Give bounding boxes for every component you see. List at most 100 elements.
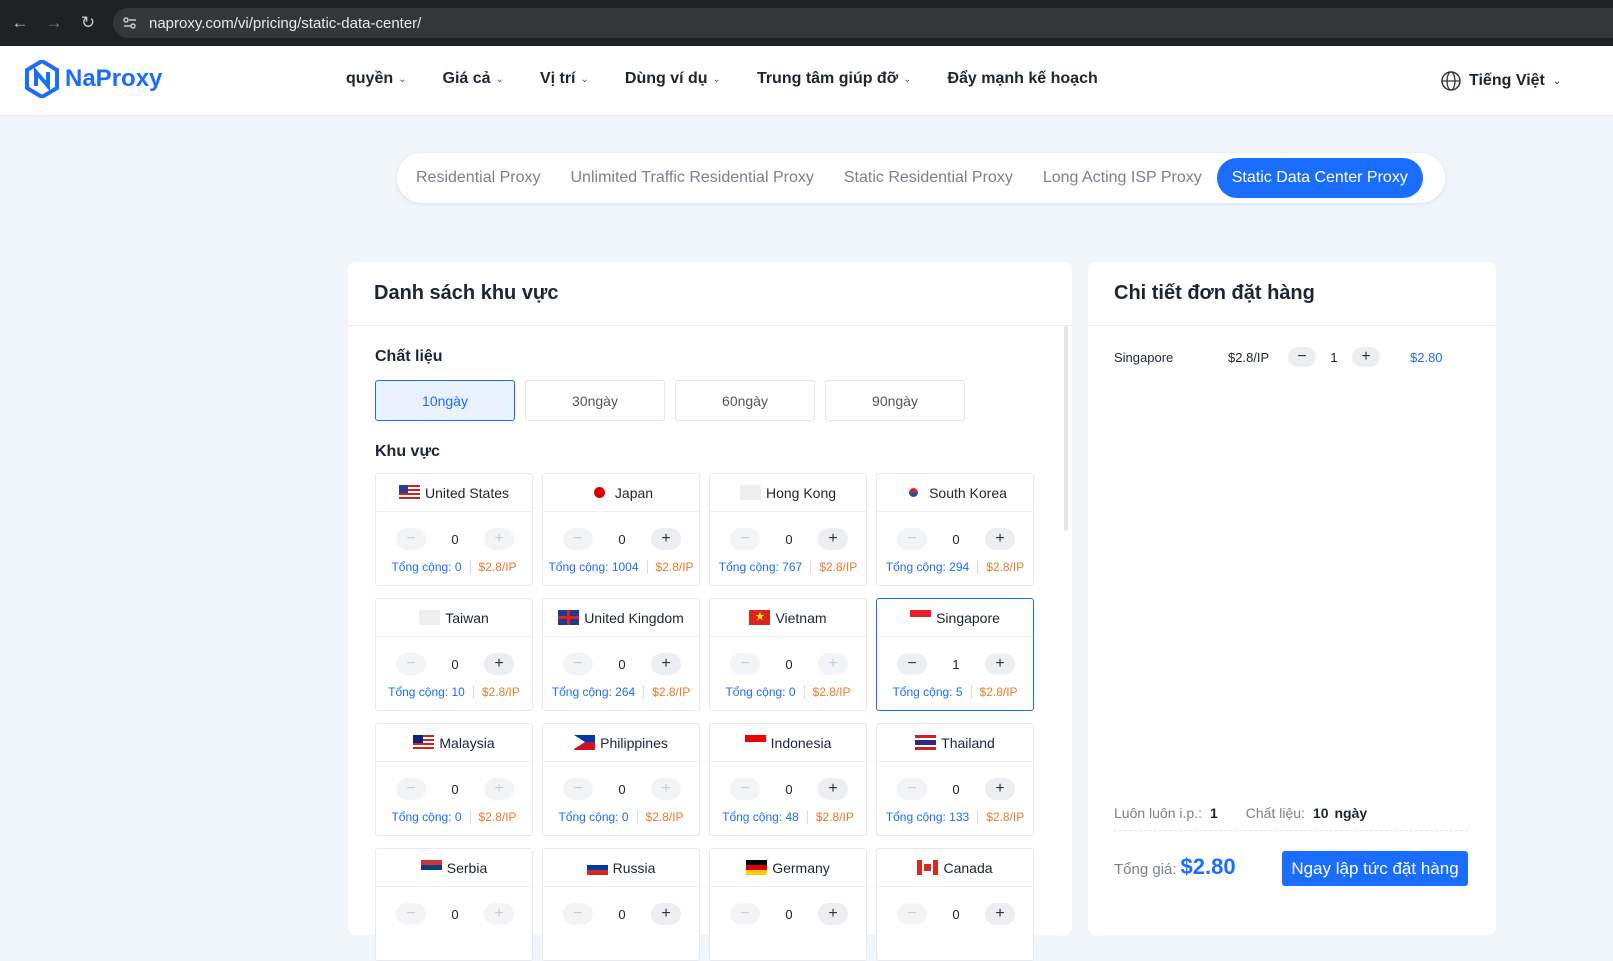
quantity-value: 0 bbox=[785, 906, 793, 922]
plus-button[interactable]: + bbox=[984, 653, 1015, 675]
duration-option-1[interactable]: 30ngày bbox=[525, 380, 665, 421]
region-card-footer: Tổng cộng: 264 $2.8/IP bbox=[543, 685, 699, 699]
region-name: Vietnam bbox=[775, 609, 827, 626]
site-settings-icon[interactable] bbox=[121, 14, 139, 32]
minus-button[interactable]: − bbox=[897, 653, 927, 675]
tab-1[interactable]: Unlimited Traffic Residential Proxy bbox=[556, 158, 829, 198]
divider bbox=[1088, 325, 1496, 326]
plus-button[interactable]: + bbox=[483, 653, 514, 675]
minus-button[interactable]: − bbox=[897, 528, 927, 550]
minus-button[interactable]: − bbox=[730, 778, 760, 800]
minus-button[interactable]: − bbox=[730, 653, 760, 675]
reload-icon[interactable]: ↻ bbox=[74, 9, 102, 37]
minus-button[interactable]: − bbox=[563, 653, 593, 675]
plus-button[interactable]: + bbox=[984, 903, 1015, 925]
quantity-value: 0 bbox=[451, 656, 459, 672]
plus-button[interactable]: + bbox=[483, 903, 514, 925]
region-card[interactable]: Malaysia − 0 + Tổng cộng: 0 $2.8/IP bbox=[375, 723, 533, 836]
divider bbox=[348, 325, 1072, 326]
quantity-stepper: − 0 + bbox=[563, 653, 681, 675]
order-panel: Chi tiết đơn đặt hàng Singapore $2.8/IP … bbox=[1088, 262, 1496, 935]
gb-flag-icon bbox=[558, 610, 580, 625]
minus-button[interactable]: − bbox=[396, 653, 426, 675]
duration-option-0[interactable]: 10ngày bbox=[375, 380, 515, 421]
duration-option-3[interactable]: 90ngày bbox=[825, 380, 965, 421]
nav-item-4[interactable]: Trung tâm giúp đỡ ⌄ bbox=[757, 70, 912, 88]
plus-button[interactable]: + bbox=[817, 653, 848, 675]
minus-button[interactable]: − bbox=[897, 778, 927, 800]
tab-2[interactable]: Static Residential Proxy bbox=[829, 158, 1028, 198]
region-card[interactable]: Canada − 0 + bbox=[876, 848, 1034, 961]
nav-item-1[interactable]: Giá cả ⌄ bbox=[443, 70, 504, 88]
minus-button[interactable]: − bbox=[396, 528, 426, 550]
plus-button[interactable]: + bbox=[817, 528, 848, 550]
unit-price: $2.8/IP bbox=[645, 810, 684, 824]
product-tabs: Residential Proxy Unlimited Traffic Resid… bbox=[397, 153, 1445, 203]
plus-button[interactable]: + bbox=[650, 903, 681, 925]
quantity-stepper: − 0 + bbox=[396, 903, 514, 925]
plus-button[interactable]: + bbox=[650, 653, 681, 675]
minus-button[interactable]: − bbox=[563, 528, 593, 550]
minus-button[interactable]: − bbox=[396, 778, 426, 800]
tab-3[interactable]: Long Acting ISP Proxy bbox=[1028, 158, 1217, 198]
minus-button[interactable]: − bbox=[563, 778, 593, 800]
region-name: Germany bbox=[772, 859, 830, 876]
tab-4[interactable]: Static Data Center Proxy bbox=[1216, 158, 1423, 198]
language-selector[interactable]: Tiếng Việt ⌄ bbox=[1440, 70, 1561, 92]
plus-button[interactable]: + bbox=[650, 778, 681, 800]
plus-button[interactable]: + bbox=[817, 778, 848, 800]
region-card-header: United Kingdom bbox=[543, 599, 699, 637]
region-card-header: Serbia bbox=[376, 849, 532, 887]
chevron-down-icon: ⌄ bbox=[1552, 75, 1562, 87]
tab-0[interactable]: Residential Proxy bbox=[401, 158, 556, 198]
order-plus-button[interactable]: + bbox=[1352, 347, 1380, 367]
region-card[interactable]: Russia − 0 + bbox=[542, 848, 700, 961]
order-now-button[interactable]: Ngay lập tức đặt hàng bbox=[1282, 851, 1468, 886]
region-card[interactable]: United States − 0 + Tổng cộng: 0 $2.8/IP bbox=[375, 473, 533, 586]
nav-item-2[interactable]: Vị trí ⌄ bbox=[540, 70, 589, 88]
my-flag-icon bbox=[413, 735, 435, 750]
plus-button[interactable]: + bbox=[483, 528, 514, 550]
region-card-footer: Tổng cộng: 5 $2.8/IP bbox=[877, 685, 1033, 699]
back-icon[interactable]: ← bbox=[6, 9, 34, 37]
region-card[interactable]: Japan − 0 + Tổng cộng: 1004 $2.8/IP bbox=[542, 473, 700, 586]
plus-button[interactable]: + bbox=[483, 778, 514, 800]
order-panel-title: Chi tiết đơn đặt hàng bbox=[1114, 282, 1315, 304]
plus-button[interactable]: + bbox=[817, 903, 848, 925]
order-item-region: Singapore bbox=[1114, 349, 1174, 365]
region-card[interactable]: Thailand − 0 + Tổng cộng: 133 $2.8/IP bbox=[876, 723, 1034, 836]
duration-option-2[interactable]: 60ngày bbox=[675, 380, 815, 421]
region-card[interactable]: South Korea − 0 + Tổng cộng: 294 $2.8/IP bbox=[876, 473, 1034, 586]
region-card[interactable]: Singapore − 1 + Tổng cộng: 5 $2.8/IP bbox=[876, 598, 1034, 711]
minus-button[interactable]: − bbox=[563, 903, 593, 925]
minus-button[interactable]: − bbox=[730, 528, 760, 550]
region-panel-title: Danh sách khu vực bbox=[374, 282, 559, 304]
nav-item-3[interactable]: Dùng ví dụ ⌄ bbox=[625, 70, 721, 88]
minus-button[interactable]: − bbox=[396, 903, 426, 925]
quantity-value: 0 bbox=[451, 781, 459, 797]
region-card[interactable]: Indonesia − 0 + Tổng cộng: 48 $2.8/IP bbox=[709, 723, 867, 836]
unit-price: $2.8/IP bbox=[652, 685, 691, 699]
region-card[interactable]: Philippines − 0 + Tổng cộng: 0 $2.8/IP bbox=[542, 723, 700, 836]
address-bar[interactable]: naproxy.com/vi/pricing/static-data-cente… bbox=[113, 8, 1613, 38]
order-minus-button[interactable]: − bbox=[1288, 347, 1316, 367]
region-card-footer: Tổng cộng: 0 $2.8/IP bbox=[376, 560, 532, 574]
region-card[interactable]: Serbia − 0 + bbox=[375, 848, 533, 961]
region-card[interactable]: Germany − 0 + bbox=[709, 848, 867, 961]
plus-button[interactable]: + bbox=[984, 778, 1015, 800]
scrollbar[interactable] bbox=[1064, 326, 1068, 531]
divider bbox=[1114, 830, 1468, 831]
plus-button[interactable]: + bbox=[650, 528, 681, 550]
nav-item-0[interactable]: quyền ⌄ bbox=[346, 70, 407, 88]
nav-item-5[interactable]: Đẩy mạnh kế hoạch bbox=[947, 70, 1097, 88]
minus-button[interactable]: − bbox=[730, 903, 760, 925]
logo[interactable]: NaProxy bbox=[25, 60, 162, 98]
region-card[interactable]: Hong Kong − 0 + Tổng cộng: 767 $2.8/IP bbox=[709, 473, 867, 586]
minus-button[interactable]: − bbox=[897, 903, 927, 925]
region-card[interactable]: Taiwan − 0 + Tổng cộng: 10 $2.8/IP bbox=[375, 598, 533, 711]
plus-button[interactable]: + bbox=[984, 528, 1015, 550]
stock-total: Tổng cộng: 0 bbox=[391, 810, 471, 824]
region-card[interactable]: ★ Vietnam − 0 + Tổng cộng: 0 $2.8/IP bbox=[709, 598, 867, 711]
region-card[interactable]: United Kingdom − 0 + Tổng cộng: 264 $2.8/IP bbox=[542, 598, 700, 711]
forward-icon[interactable]: → bbox=[40, 9, 68, 37]
